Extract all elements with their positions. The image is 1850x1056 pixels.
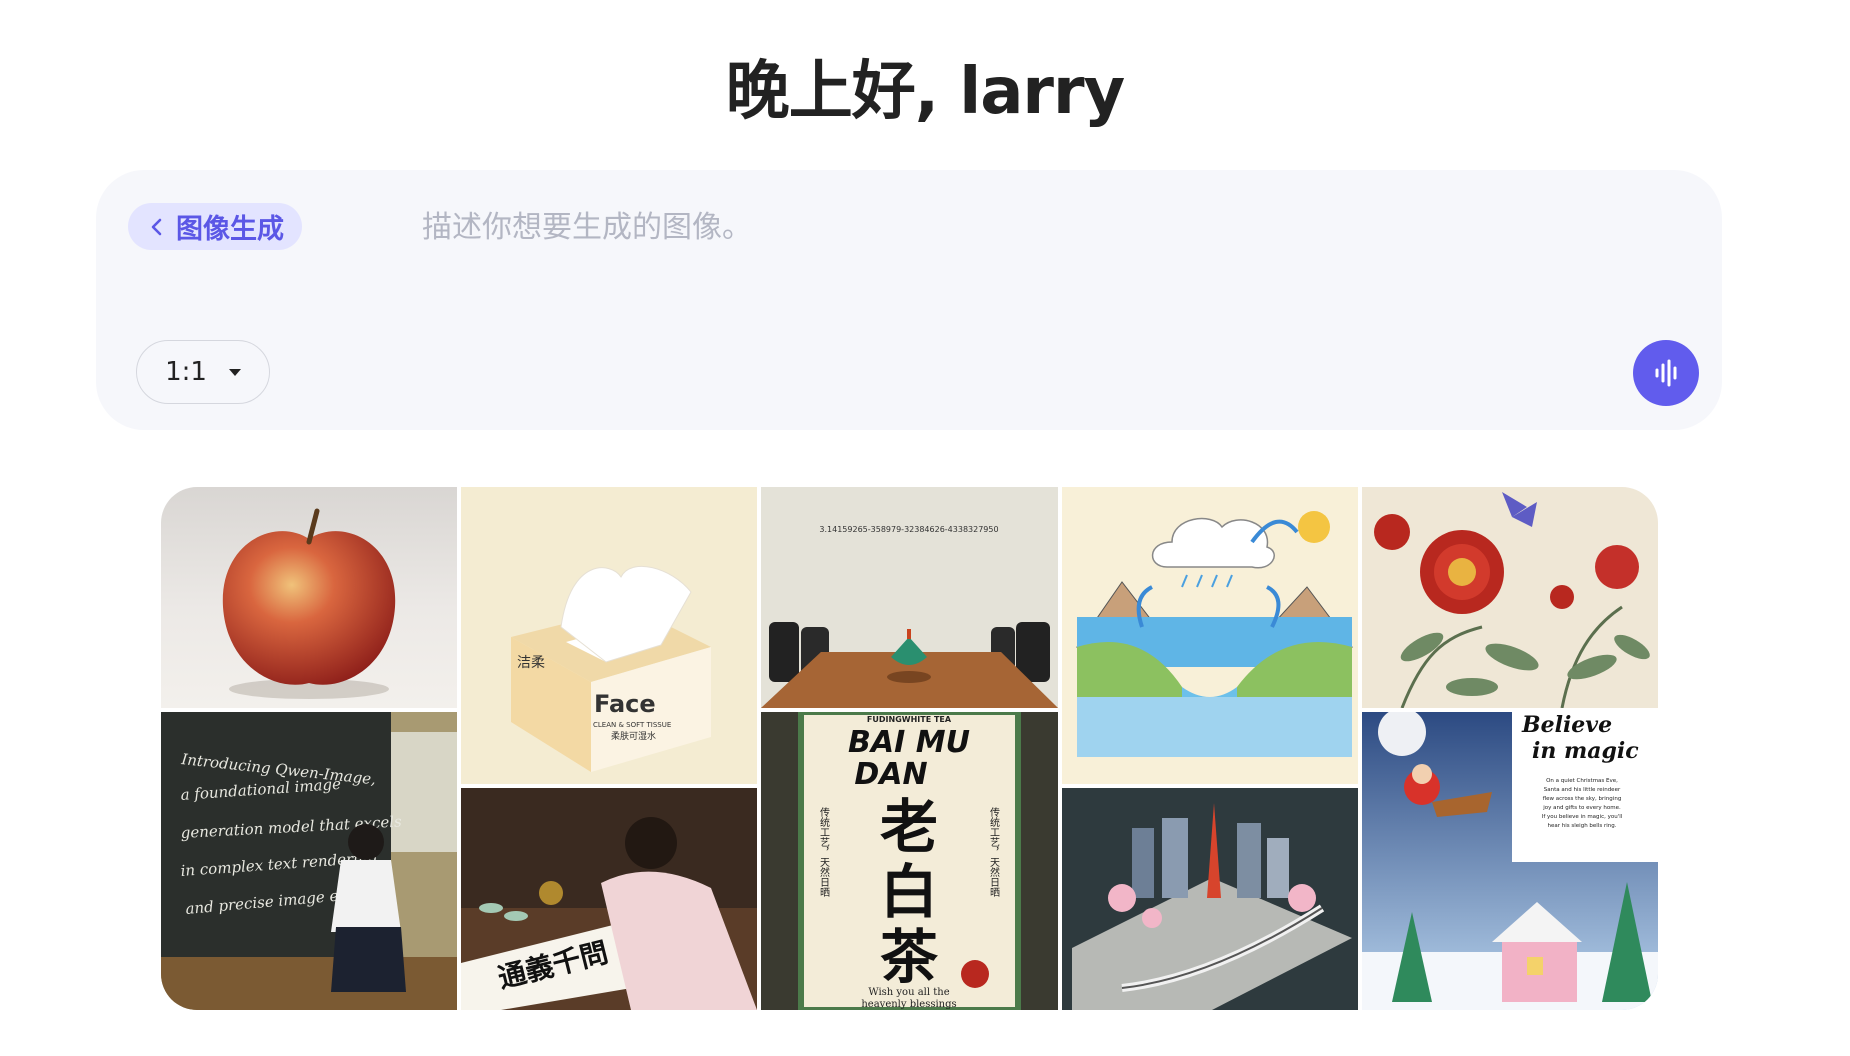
peony-painting-image [1362,487,1658,708]
tissue-brand-text: Face [594,690,656,718]
example-gallery: Face CLEAN & SOFT TISSUE 柔肤可湿水 洁柔 3.1415… [161,487,1658,1010]
gallery-item-christmas-card[interactable]: Believe in magic On a quiet Christmas Ev… [1362,712,1658,1010]
gallery-item-peony[interactable] [1362,487,1658,708]
tissue-cn-text: 柔肤可湿水 [611,730,656,742]
aspect-ratio-value: 1:1 [165,357,207,387]
tea-cn-char-2: 白 [880,858,938,926]
aspect-ratio-select[interactable]: 1:1 [136,340,270,404]
caret-down-icon [228,368,241,376]
tissue-logo-text: 洁柔 [517,655,545,671]
audio-wave-icon [1655,359,1677,387]
christmas-title-line-1: Believe [1521,712,1612,738]
christmas-body-line-3: flew across the sky, bringing [1543,796,1622,802]
water-cycle-image [1062,487,1358,784]
pi-digits-text: 3.14159265-358979-32384626-4338327950 [819,525,998,534]
chevron-left-icon [151,218,162,235]
gallery-item-tissue-box[interactable]: Face CLEAN & SOFT TISSUE 柔肤可湿水 洁柔 [461,487,757,784]
city-diorama-image [1062,788,1358,1010]
tea-side-right: 传统工艺，天然日晒 [988,807,1000,898]
chalkboard-image: Introducing Qwen-Image, a foundational i… [161,712,457,1010]
christmas-body-line-5: If you believe in magic, you'll [1542,814,1623,820]
tea-bottom-line-1: Wish you all the [868,987,949,998]
christmas-body-line-2: Santa and his little reindeer [1544,787,1621,793]
voice-input-button[interactable] [1633,340,1699,406]
gallery-item-calligraphy[interactable]: 通義千問 [461,788,757,1010]
christmas-body-line-4: joy and gifts to every home. [1542,805,1621,811]
gallery-item-chalkboard[interactable]: Introducing Qwen-Image, a foundational i… [161,712,457,1010]
tea-side-left: 传统工艺，天然日晒 [818,807,830,898]
mode-chip-label: 图像生成 [176,214,284,245]
gallery-item-city-diorama[interactable] [1062,788,1358,1010]
apple-image [161,487,457,708]
tea-top-text: FUDINGWHITE TEA [867,715,952,724]
tea-seal-stamp [961,960,989,988]
tea-title-line-1: BAI MU [848,725,970,760]
calligraphy-image: 通義千問 [461,788,757,1010]
gallery-item-spinning-top[interactable]: 3.14159265-358979-32384626-4338327950 [761,487,1058,708]
christmas-body-line-6: hear his sleigh bells ring. [1548,823,1617,829]
image-generation-mode-chip[interactable]: 图像生成 [128,203,302,250]
spinning-top-image: 3.14159265-358979-32384626-4338327950 [761,487,1058,708]
tissue-box-image: Face CLEAN & SOFT TISSUE 柔肤可湿水 洁柔 [461,487,757,784]
tea-cn-char-3: 茶 [880,923,939,991]
christmas-title-line-2: in magic [1532,738,1639,764]
tea-cn-char-1: 老 [880,793,938,861]
tea-bottom-line-2: heavenly blessings [861,999,956,1010]
tissue-sub-text: CLEAN & SOFT TISSUE [593,721,671,729]
christmas-body-line-1: On a quiet Christmas Eve, [1546,778,1618,784]
tea-title-line-2: DAN [854,757,927,792]
gallery-item-apple[interactable] [161,487,457,708]
prompt-composer: 图像生成 1:1 [96,170,1722,430]
gallery-item-tea-poster[interactable]: FUDINGWHITE TEA BAI MU DAN 老 白 茶 传统工艺，天然… [761,712,1058,1010]
tea-poster-image: FUDINGWHITE TEA BAI MU DAN 老 白 茶 传统工艺，天然… [761,712,1058,1010]
christmas-card-image: Believe in magic On a quiet Christmas Ev… [1362,712,1658,1010]
gallery-item-water-cycle[interactable] [1062,487,1358,784]
greeting-title: 晚上好, larry [725,55,1126,129]
prompt-input[interactable] [422,200,1662,254]
